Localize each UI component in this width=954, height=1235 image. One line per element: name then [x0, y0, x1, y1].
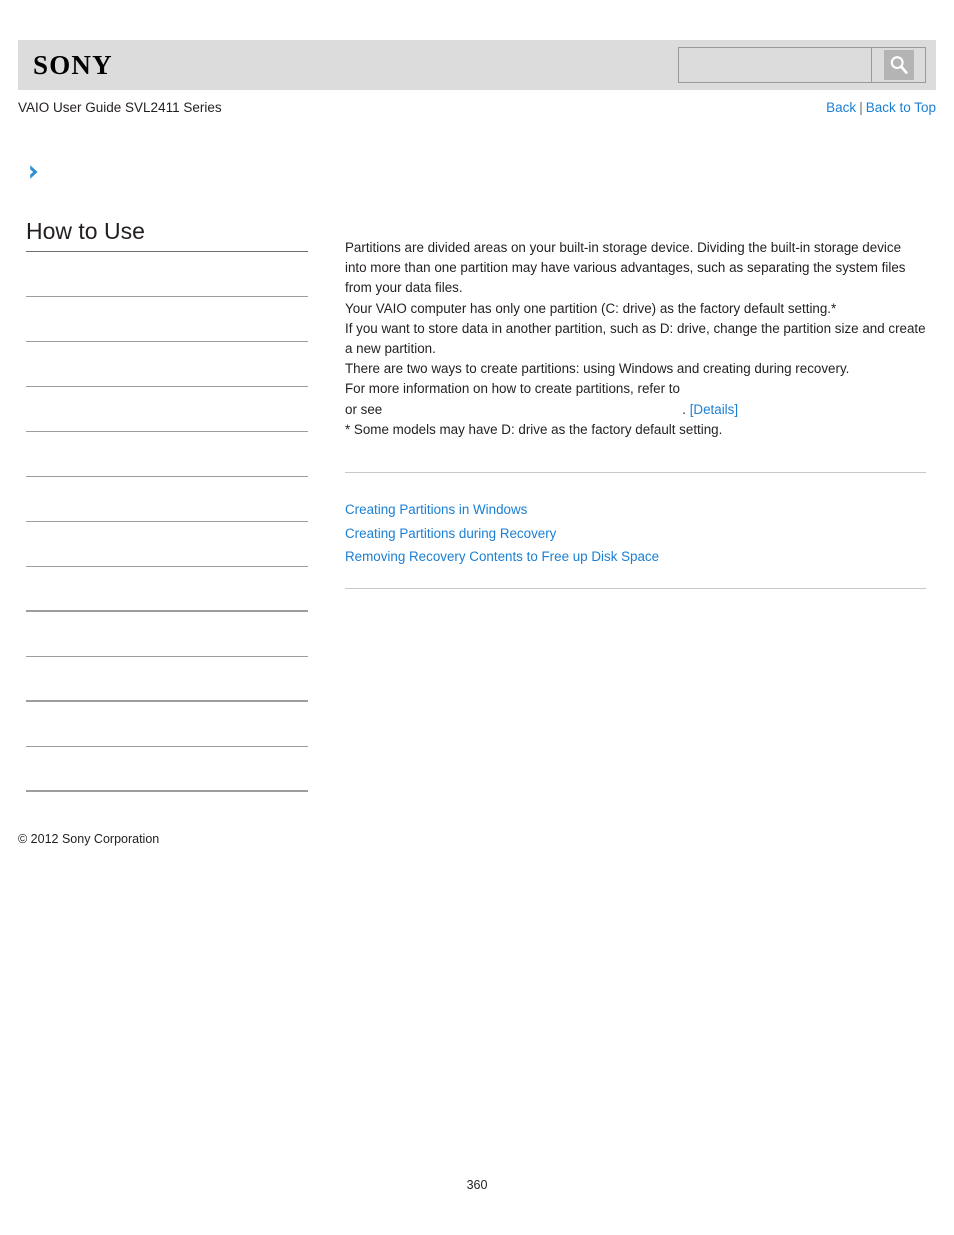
related-link-removing-recovery-contents[interactable]: Removing Recovery Contents to Free up Di…: [345, 549, 659, 564]
search-button[interactable]: [871, 48, 925, 82]
back-link[interactable]: Back: [826, 100, 856, 115]
search-icon: [883, 50, 914, 80]
copyright-notice: © 2012 Sony Corporation: [18, 832, 160, 846]
header-nav-links: Back | Back to Top: [826, 100, 936, 115]
search-input[interactable]: [679, 48, 871, 82]
list-item: Removing Recovery Contents to Free up Di…: [345, 548, 926, 566]
sony-logo: SONY: [33, 49, 113, 80]
paragraph-default-partition: Your VAIO computer has only one partitio…: [345, 300, 837, 316]
sidebar-item-10[interactable]: [26, 657, 308, 703]
page-title: How to Use: [26, 218, 308, 253]
sidebar-navigation: How to Use: [26, 218, 308, 793]
sidebar-item-5[interactable]: [26, 432, 308, 478]
main-content: Partitions are divided areas on your bui…: [345, 238, 926, 590]
paragraph-more-info: For more information on how to create pa…: [345, 381, 680, 397]
nav-separator: |: [859, 100, 863, 115]
back-to-top-link[interactable]: Back to Top: [866, 100, 936, 115]
sidebar-item-4[interactable]: [26, 387, 308, 433]
sidebar-item-12[interactable]: [26, 747, 308, 793]
page-number: 360: [466, 1178, 488, 1192]
sidebar-item-6[interactable]: [26, 477, 308, 523]
list-item: Creating Partitions in Windows: [345, 501, 926, 519]
or-see-period: .: [682, 401, 686, 417]
list-item: Creating Partitions during Recovery: [345, 525, 926, 543]
search-box: [678, 47, 926, 83]
sidebar-item-7[interactable]: [26, 522, 308, 568]
paragraph-two-ways: There are two ways to create partitions:…: [345, 361, 850, 377]
content-body: Partitions are divided areas on your bui…: [345, 238, 926, 440]
paragraph-intro: Partitions are divided areas on your bui…: [345, 240, 906, 296]
sidebar-item-9[interactable]: [26, 612, 308, 658]
sub-header: VAIO User Guide SVL2411 Series Back | Back…: [18, 100, 936, 115]
paragraph-store-data: If you want to store data in another par…: [345, 320, 926, 357]
sidebar-item-8[interactable]: [26, 567, 308, 613]
related-link-creating-partitions-recovery[interactable]: Creating Partitions during Recovery: [345, 526, 556, 541]
details-link[interactable]: [Details]: [690, 402, 738, 417]
or-see-prefix: or see: [345, 401, 383, 417]
sidebar-item-3[interactable]: [26, 342, 308, 388]
footnote-text: * Some models may have D: drive as the f…: [345, 421, 723, 437]
document-page: SONY VAIO User Guide SVL2411 Series Back…: [0, 0, 954, 1235]
guide-title: VAIO User Guide SVL2411 Series: [18, 100, 222, 115]
related-links-list: Creating Partitions in Windows Creating …: [345, 501, 926, 566]
content-divider-top: [345, 472, 926, 474]
related-link-creating-partitions-windows[interactable]: Creating Partitions in Windows: [345, 502, 527, 517]
content-divider-bottom: [345, 588, 926, 590]
site-header: SONY: [18, 40, 936, 90]
sidebar-item-2[interactable]: [26, 297, 308, 343]
sidebar-item-1[interactable]: [26, 252, 308, 298]
chevron-right-icon[interactable]: [26, 163, 44, 181]
sidebar-item-11[interactable]: [26, 702, 308, 748]
